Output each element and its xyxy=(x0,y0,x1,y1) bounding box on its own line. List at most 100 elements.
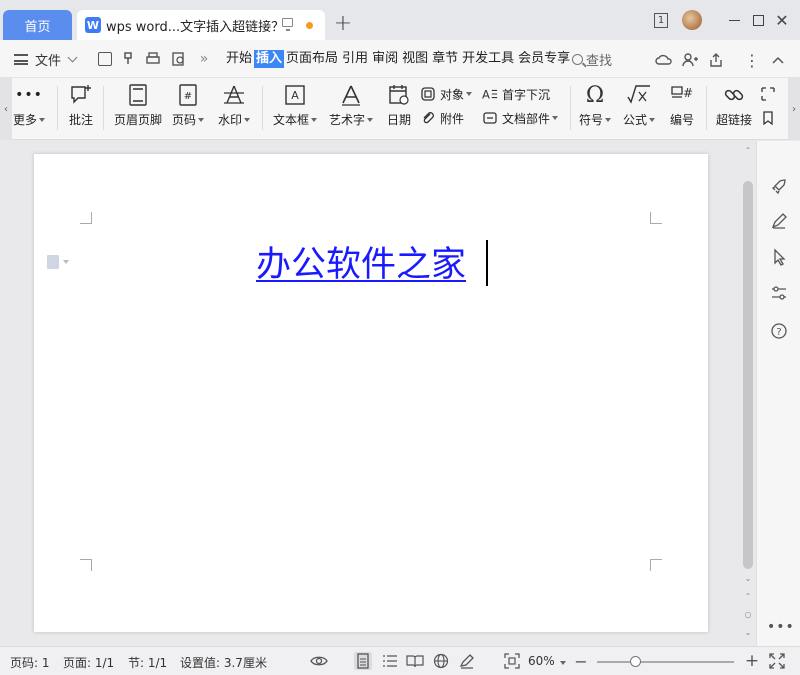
document-tab-title: wps word...文字插入超链接？ xyxy=(106,19,285,35)
close-button[interactable]: ✕ xyxy=(772,8,792,32)
add-user-icon[interactable] xyxy=(680,50,700,70)
web-view-icon[interactable] xyxy=(432,652,450,670)
attachment-button[interactable]: 附件 xyxy=(420,108,464,128)
previous-page-icon[interactable]: ⌃ xyxy=(743,591,753,601)
next-page-icon[interactable]: ⌄ xyxy=(743,627,753,637)
more-button[interactable]: ••• 更多 xyxy=(13,82,46,134)
svg-text:?: ? xyxy=(776,327,781,338)
doc-parts-button[interactable]: 文档部件 xyxy=(482,108,559,128)
status-setting-value[interactable]: 设置值: 3.7厘米 xyxy=(180,654,267,671)
print-icon[interactable] xyxy=(144,50,162,68)
scrollbar-thumb[interactable] xyxy=(743,181,753,569)
more-quick-access-icon[interactable]: » xyxy=(195,50,213,68)
textbox-button[interactable]: A 文本框 xyxy=(272,82,318,134)
tab-chapter[interactable]: 章节 xyxy=(430,50,460,68)
wordart-icon xyxy=(338,82,364,108)
file-menu[interactable]: 文件 xyxy=(14,50,78,69)
window-count-icon[interactable]: 1 xyxy=(650,8,672,32)
rocket-icon[interactable] xyxy=(767,175,791,199)
fit-page-icon[interactable] xyxy=(503,652,521,670)
fullscreen-icon[interactable] xyxy=(768,652,786,670)
hyperlink-button[interactable]: 超链接 xyxy=(712,82,756,134)
document-hyperlink[interactable]: 办公软件之家 xyxy=(256,236,466,287)
numbering-button[interactable]: # 编号 xyxy=(666,82,698,134)
zoom-slider[interactable] xyxy=(597,661,734,663)
unsaved-dot-icon xyxy=(306,22,313,29)
print-preview-icon[interactable] xyxy=(170,50,188,68)
object-button[interactable]: 对象 xyxy=(420,84,473,104)
share-icon[interactable] xyxy=(706,50,726,70)
object-label: 对象 xyxy=(440,87,465,102)
minimize-button[interactable] xyxy=(724,8,744,32)
search-button[interactable]: 查找 xyxy=(572,50,612,69)
save-icon[interactable] xyxy=(96,50,114,68)
comment-button[interactable]: 批注 xyxy=(64,82,98,134)
tab-references[interactable]: 引用 xyxy=(340,50,370,68)
outline-view-icon[interactable] xyxy=(381,652,399,670)
more-options-icon[interactable]: ⋮ xyxy=(742,50,762,70)
document-tab[interactable]: W wps word...文字插入超链接？ xyxy=(77,10,325,40)
status-section[interactable]: 节: 1/1 xyxy=(128,654,167,671)
doc-parts-label: 文档部件 xyxy=(502,111,551,126)
cloud-sync-icon[interactable] xyxy=(654,50,674,70)
crossref-button[interactable] xyxy=(760,84,780,104)
header-footer-icon xyxy=(125,82,151,108)
page-number-button[interactable]: # 页码 xyxy=(170,82,206,134)
tab-member[interactable]: 会员专享 xyxy=(516,50,572,68)
tab-developer[interactable]: 开发工具 xyxy=(460,50,516,68)
numbering-icon: # xyxy=(669,82,695,108)
zoom-level-dropdown[interactable]: 60% xyxy=(528,654,566,668)
tab-page-layout[interactable]: 页面布局 xyxy=(284,50,340,68)
header-footer-button[interactable]: 页眉页脚 xyxy=(112,82,164,134)
ribbon-scroll-right-icon[interactable]: › xyxy=(788,78,800,140)
page-view-icon[interactable] xyxy=(354,652,372,670)
crossref-icon xyxy=(760,86,776,102)
paragraph-handle-icon[interactable] xyxy=(47,255,69,269)
avatar[interactable] xyxy=(682,10,702,30)
margin-corner-top-right xyxy=(650,212,662,224)
format-painter-icon[interactable] xyxy=(120,50,138,68)
collapse-ribbon-icon[interactable] xyxy=(768,50,788,70)
formula-button[interactable]: 公式 xyxy=(622,82,656,134)
date-button[interactable]: 日期 xyxy=(384,82,414,134)
eye-protection-icon[interactable] xyxy=(310,652,328,670)
select-browse-object-icon[interactable]: ○ xyxy=(743,609,753,619)
ribbon-scroll-left-icon[interactable]: ‹ xyxy=(0,78,12,140)
zoom-out-button[interactable]: − xyxy=(572,652,590,671)
vertical-scrollbar[interactable]: ⌃ ⌄ ⌃ ○ ⌄ xyxy=(740,141,756,646)
maximize-button[interactable] xyxy=(748,8,768,32)
drop-cap-button[interactable]: A 首字下沉 xyxy=(482,84,550,104)
home-tab[interactable]: 首页 xyxy=(3,10,72,40)
select-pointer-icon[interactable] xyxy=(767,245,791,269)
search-label: 查找 xyxy=(586,54,613,69)
status-page-number[interactable]: 页码: 1 xyxy=(10,654,50,671)
formula-label: 公式 xyxy=(622,113,647,127)
zoom-in-button[interactable]: + xyxy=(743,651,761,671)
reading-view-icon[interactable] xyxy=(406,652,424,670)
tab-insert[interactable]: 插入 xyxy=(254,50,285,68)
monitor-icon[interactable] xyxy=(282,18,293,31)
help-icon[interactable]: ? xyxy=(767,319,791,343)
zoom-slider-knob[interactable] xyxy=(630,656,641,667)
numbering-label: 编号 xyxy=(669,113,694,127)
symbol-button[interactable]: Ω 符号 xyxy=(578,82,612,134)
write-mode-icon[interactable] xyxy=(458,652,476,670)
doc-parts-icon xyxy=(482,110,498,126)
panel-more-icon[interactable]: ••• xyxy=(767,619,794,635)
wordart-button[interactable]: 艺术字 xyxy=(328,82,374,134)
scroll-down-icon[interactable]: ⌄ xyxy=(743,573,753,583)
document-page[interactable]: 办公软件之家 xyxy=(34,154,708,632)
tab-view[interactable]: 视图 xyxy=(400,50,430,68)
new-tab-button[interactable]: + xyxy=(332,10,354,36)
pen-edit-icon[interactable] xyxy=(767,209,791,233)
scroll-up-fast-icon[interactable]: ⌃ xyxy=(743,145,753,155)
menu-tabs: 开始 插入 页面布局 引用 审阅 视图 章节 开发工具 会员专享 xyxy=(224,50,572,68)
margin-corner-bottom-left xyxy=(80,559,92,571)
tab-start[interactable]: 开始 xyxy=(224,50,254,68)
status-pages[interactable]: 页面: 1/1 xyxy=(63,654,114,671)
search-icon xyxy=(572,54,583,65)
tab-review[interactable]: 审阅 xyxy=(370,50,400,68)
bookmark-button[interactable] xyxy=(760,108,780,128)
adjust-settings-icon[interactable] xyxy=(767,281,791,305)
watermark-button[interactable]: 水印 xyxy=(216,82,252,134)
